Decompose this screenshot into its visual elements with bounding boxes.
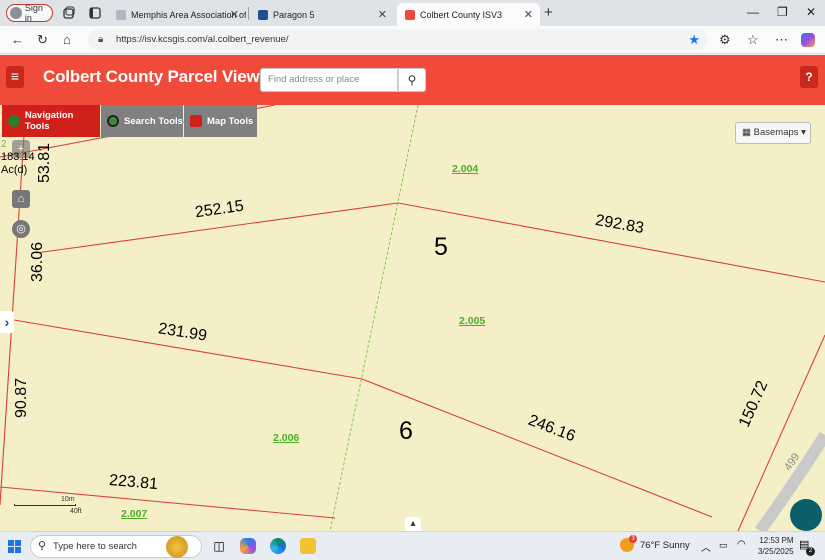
sign-in-label: Sign in [24, 3, 43, 23]
basemaps-button[interactable]: ▦ Basemaps ▾ [735, 122, 811, 144]
map-tools-label: Map Tools [207, 115, 254, 127]
home-extent-icon[interactable]: ⌂ [12, 190, 30, 208]
acreage-value: 183.14 [1, 151, 35, 163]
search-tools-label: Search Tools [124, 115, 183, 127]
profile-avatar-icon [10, 7, 22, 19]
search-icon: ⚲ [38, 540, 47, 552]
app-title: Colbert County Parcel Viewer [43, 67, 276, 86]
parcel-number[interactable]: 5 [434, 233, 448, 262]
parcel-id-link[interactable]: 2.007 [121, 508, 147, 520]
battery-icon[interactable]: ▭ [719, 540, 728, 551]
close-tab-icon[interactable]: ✕ [230, 8, 239, 21]
copilot-icon[interactable] [240, 538, 256, 554]
close-tab-icon[interactable]: ✕ [524, 8, 533, 21]
colbert-favicon-icon [405, 9, 415, 20]
parcel-id-link[interactable]: 2.004 [452, 163, 478, 175]
search-icon[interactable]: ⚲ [398, 68, 426, 92]
notification-count-badge: 2 [806, 547, 815, 556]
expand-panel-icon[interactable]: › [0, 311, 14, 333]
scale-metric-label: 10m [61, 496, 75, 503]
document-favicon-icon [116, 9, 126, 20]
home-icon[interactable]: ⌂ [63, 32, 71, 47]
parcel-map[interactable]: Navigation Tools Search Tools Map Tools … [0, 105, 825, 531]
menu-icon[interactable]: ≡ [6, 66, 24, 88]
refresh-icon[interactable]: ↻ [37, 32, 48, 48]
windows-start-icon[interactable] [8, 540, 21, 553]
workspaces-icon[interactable] [62, 6, 76, 20]
scale-imperial-label: 40ft [70, 508, 82, 515]
tab-paragon[interactable]: Paragon 5 ✕ [250, 3, 394, 26]
basemaps-label: Basemaps [753, 127, 799, 138]
tab-title: Paragon 5 [273, 9, 315, 20]
map-icon [190, 115, 202, 127]
navigation-tools-button[interactable]: Navigation Tools [2, 105, 100, 137]
tab-memphis[interactable]: Memphis Area Association of REAL ✕ [108, 3, 246, 26]
site-info-icon[interactable]: 🔒︎ [98, 29, 103, 50]
help-icon[interactable]: ? [800, 66, 818, 88]
zoom-level-label: 2 [1, 139, 7, 150]
parcel-id-link[interactable]: 2.005 [459, 315, 485, 327]
clock-date: 3/25/2025 [758, 547, 794, 556]
parcel-acreage: 183.14 Ac(d) [1, 151, 35, 177]
parcel-lines [0, 105, 825, 531]
expand-bottom-panel-icon[interactable]: ▴ [405, 517, 421, 531]
show-hidden-icons-icon[interactable]: ︿ [701, 539, 711, 554]
search-highlight-icon[interactable] [166, 536, 188, 558]
tab-colbert[interactable]: Colbert County ISV3 ✕ [397, 3, 540, 26]
address-bar[interactable]: 🔒︎ https://isv.kcsgis.com/al.colbert_rev… [88, 29, 708, 50]
map-tools-button[interactable]: Map Tools [184, 105, 257, 137]
wifi-icon[interactable]: ◠ [737, 539, 746, 550]
weather-text[interactable]: 76°F Sunny [640, 540, 690, 551]
dimension-label: 36.06 [29, 241, 46, 282]
restore-icon[interactable]: ❐ [777, 5, 788, 19]
navigation-tools-label: Navigation Tools [24, 110, 74, 132]
clock-time: 12:53 PM [759, 536, 794, 545]
url-text: https://isv.kcsgis.com/al.colbert_revenu… [116, 34, 289, 45]
new-tab-button[interactable]: + [544, 4, 553, 21]
favorites-icon[interactable]: ☆ [747, 32, 759, 48]
address-search-input[interactable]: Find address or place [260, 68, 398, 92]
acreage-unit: Ac(d) [1, 164, 28, 176]
paragon-favicon-icon [258, 9, 268, 20]
weather-badge: 3 [629, 535, 637, 543]
dimension-label: 90.87 [13, 377, 30, 418]
minimize-icon[interactable]: — [747, 5, 759, 19]
dimension-label: 53.81 [36, 142, 53, 183]
more-options-icon[interactable]: ⋯ [775, 32, 788, 48]
locate-icon[interactable]: ◎ [12, 220, 30, 238]
back-icon[interactable]: ← [11, 32, 24, 47]
close-window-icon[interactable]: ✕ [806, 5, 816, 19]
tab-title: Memphis Area Association of REAL [131, 9, 246, 20]
edge-browser-icon[interactable] [270, 538, 286, 554]
task-view-icon[interactable]: ◫ [211, 538, 227, 554]
windows-taskbar: ⚲ Type here to search ◫ 3 76°F Sunny ︿ ▭… [0, 531, 825, 560]
system-clock[interactable]: 12:53 PM 3/25/2025 [758, 535, 794, 557]
app-header: ≡ Colbert County Parcel Viewer Find addr… [0, 55, 825, 105]
parcel-number[interactable]: 6 [399, 417, 413, 446]
parcel-id-link[interactable]: 2.006 [273, 432, 299, 444]
file-explorer-icon[interactable] [300, 538, 316, 554]
taskbar-search-placeholder: Type here to search [53, 541, 137, 552]
favorite-star-icon[interactable]: ★ [688, 29, 700, 50]
tab-title: Colbert County ISV3 [420, 9, 503, 20]
browser-tab-strip: Sign in Memphis Area Association of REAL… [0, 0, 825, 26]
copilot-icon[interactable] [801, 33, 815, 47]
extensions-icon[interactable]: ⚙ [719, 32, 731, 48]
search-tools-button[interactable]: Search Tools [101, 105, 183, 137]
globe-icon [8, 115, 20, 127]
browser-toolbar: ← ↻ ⌂ 🔒︎ https://isv.kcsgis.com/al.colbe… [0, 26, 825, 54]
search-tools-icon [107, 115, 119, 127]
tab-actions-icon[interactable] [88, 6, 102, 20]
sign-in-button[interactable]: Sign in [6, 3, 53, 23]
close-tab-icon[interactable]: ✕ [378, 8, 387, 21]
